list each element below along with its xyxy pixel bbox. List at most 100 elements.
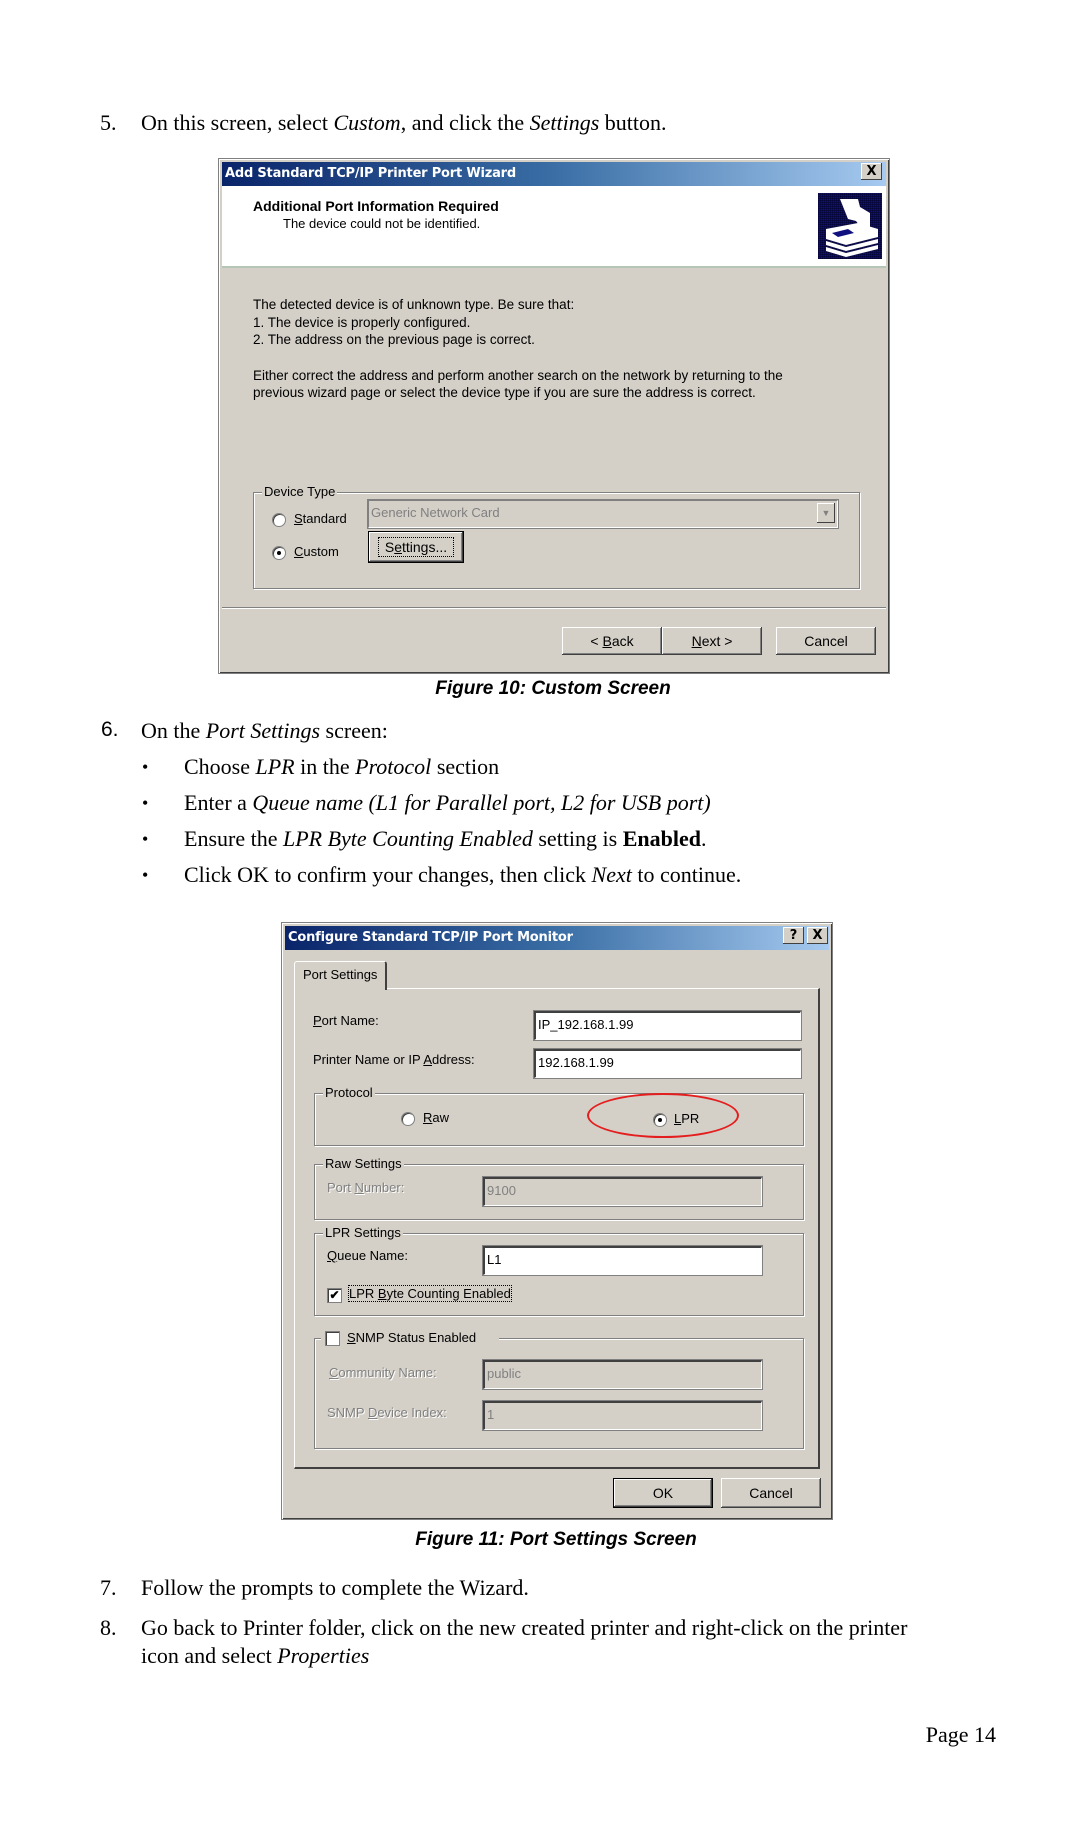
- accel: C: [329, 1365, 339, 1380]
- text: umber:: [363, 1180, 405, 1195]
- emphasis: LPR Byte Counting Enabled: [282, 826, 533, 851]
- byte-counting-checkbox[interactable]: ✔: [327, 1288, 342, 1303]
- wizard-title-bar: Add Standard TCP/IP Printer Port Wizard: [222, 162, 886, 186]
- emphasis: Properties: [277, 1643, 370, 1668]
- text: S: [384, 539, 395, 555]
- port-number-input: 9100: [482, 1176, 763, 1207]
- raw-label[interactable]: Raw: [423, 1110, 449, 1125]
- text: ustom: [303, 544, 339, 559]
- text: setting is: [532, 826, 623, 851]
- monitor-title-bar: Configure Standard TCP/IP Port Monitor: [285, 926, 829, 950]
- back-button[interactable]: < Back: [562, 627, 662, 655]
- text: SNMP: [327, 1405, 368, 1420]
- monitor-title: Configure Standard TCP/IP Port Monitor: [288, 930, 573, 945]
- accel: C: [294, 544, 304, 559]
- text: Port: [327, 1180, 355, 1195]
- accel: Q: [327, 1248, 338, 1263]
- bullet-item: Click OK to confirm your changes, then c…: [184, 862, 741, 888]
- close-icon: X: [866, 164, 877, 179]
- close-button[interactable]: X: [861, 163, 882, 180]
- bullet-item: Choose LPR in the Protocol section: [184, 754, 499, 780]
- queue-name-label: Queue Name:: [327, 1248, 408, 1263]
- text: Click OK to confirm your changes, then c…: [184, 862, 592, 887]
- emphasis: Queue name (L1 for Parallel port, L2 for…: [252, 790, 711, 815]
- step-7-number: 7.: [100, 1575, 117, 1600]
- settings-button-label: Settings...: [377, 537, 455, 557]
- emphasis-settings: Settings: [529, 110, 600, 135]
- text: ttings...: [402, 539, 448, 555]
- bullet: •: [142, 757, 149, 777]
- emphasis: Next: [591, 862, 632, 887]
- accel: A: [423, 1052, 432, 1067]
- device-type-label: Device Type: [262, 483, 338, 501]
- chevron-down-icon: ▼: [817, 503, 835, 523]
- body-line: 2. The address on the previous page is c…: [253, 332, 535, 347]
- protocol-label: Protocol: [323, 1084, 375, 1102]
- text: yte Counting Enabled: [386, 1286, 511, 1301]
- bullet: •: [142, 865, 149, 885]
- text: screen:: [320, 718, 388, 743]
- port-name-label: Port Name:: [313, 1013, 379, 1028]
- text: tandard: [302, 511, 347, 526]
- text: to continue.: [631, 862, 742, 887]
- wizard-body-text: The detected device is of unknown type. …: [253, 296, 783, 402]
- accel: N: [691, 633, 702, 649]
- ip-address-input[interactable]: 192.168.1.99: [533, 1048, 802, 1079]
- custom-radio[interactable]: [272, 546, 286, 560]
- close-button[interactable]: X: [807, 927, 828, 944]
- combobox-value: Generic Network Card: [371, 505, 500, 520]
- accel: N: [354, 1180, 364, 1195]
- text: aw: [432, 1110, 450, 1125]
- cancel-button[interactable]: Cancel: [776, 627, 876, 655]
- emphasis: Port Settings: [205, 718, 321, 743]
- close-icon: X: [812, 928, 823, 943]
- bullet-item: Enter a Queue name (L1 for Parallel port…: [184, 790, 711, 816]
- text: button.: [599, 110, 667, 135]
- next-button[interactable]: Next >: [662, 627, 762, 655]
- help-button[interactable]: ?: [783, 927, 804, 944]
- ok-button[interactable]: OK: [613, 1478, 713, 1508]
- wizard-header-title: Additional Port Information Required: [253, 198, 499, 214]
- raw-settings-group: Raw Settings Port Number: 9100: [314, 1155, 804, 1220]
- footer-divider: [222, 607, 886, 609]
- raw-radio[interactable]: [401, 1112, 415, 1126]
- port-name-input[interactable]: IP_192.168.1.99: [533, 1010, 802, 1041]
- queue-name-input[interactable]: L1: [482, 1245, 763, 1276]
- step-5-text: On this screen, select Custom, and click…: [141, 110, 667, 136]
- body-line: 1. The device is properly configured.: [253, 314, 471, 330]
- text: Enter a: [184, 790, 253, 815]
- lpr-settings-group: LPR Settings Queue Name: L1 ✔ LPR Byte C…: [314, 1224, 804, 1316]
- settings-button[interactable]: Settings...: [368, 531, 464, 563]
- snmp-checkbox[interactable]: [325, 1331, 340, 1346]
- emphasis: LPR: [255, 754, 295, 779]
- tab-port-settings[interactable]: Port Settings: [294, 961, 388, 990]
- community-name-input: public: [482, 1359, 763, 1390]
- text: , and click the: [400, 110, 530, 135]
- body-line: Either correct the address and perform a…: [253, 367, 783, 383]
- step-8-line-1: Go back to Printer folder, click on the …: [141, 1615, 908, 1640]
- body-line: The detected device is of unknown type. …: [253, 297, 575, 312]
- cancel-button[interactable]: Cancel: [721, 1478, 821, 1508]
- page-number: Page 14: [925, 1722, 996, 1747]
- custom-label[interactable]: Custom: [294, 544, 339, 559]
- emphasis: Protocol: [355, 754, 432, 779]
- text: On the: [141, 718, 206, 743]
- byte-counting-label[interactable]: LPR Byte Counting Enabled: [348, 1285, 512, 1302]
- configure-port-monitor-dialog: Configure Standard TCP/IP Port Monitor ?…: [281, 922, 833, 1520]
- snmp-label[interactable]: SNMP Status Enabled: [347, 1330, 476, 1345]
- accel: P: [313, 1013, 322, 1028]
- text: LPR: [349, 1286, 378, 1301]
- standard-radio[interactable]: [272, 513, 286, 527]
- device-type-combobox: Generic Network Card ▼: [367, 499, 839, 529]
- snmp-header: SNMP Status Enabled: [321, 1329, 499, 1349]
- lpr-settings-label: LPR Settings: [323, 1224, 403, 1242]
- text: ext >: [701, 633, 733, 649]
- wizard-header: Additional Port Information Required The…: [222, 186, 886, 268]
- text: ommunity Name:: [338, 1365, 437, 1380]
- text: <: [590, 633, 603, 649]
- add-port-wizard-dialog: Add Standard TCP/IP Printer Port Wizard …: [218, 158, 890, 674]
- text: Printer Name or IP: [313, 1052, 424, 1067]
- standard-label[interactable]: Standard: [294, 511, 347, 526]
- accel: D: [367, 1405, 378, 1420]
- step-5-number: 5.: [100, 110, 117, 135]
